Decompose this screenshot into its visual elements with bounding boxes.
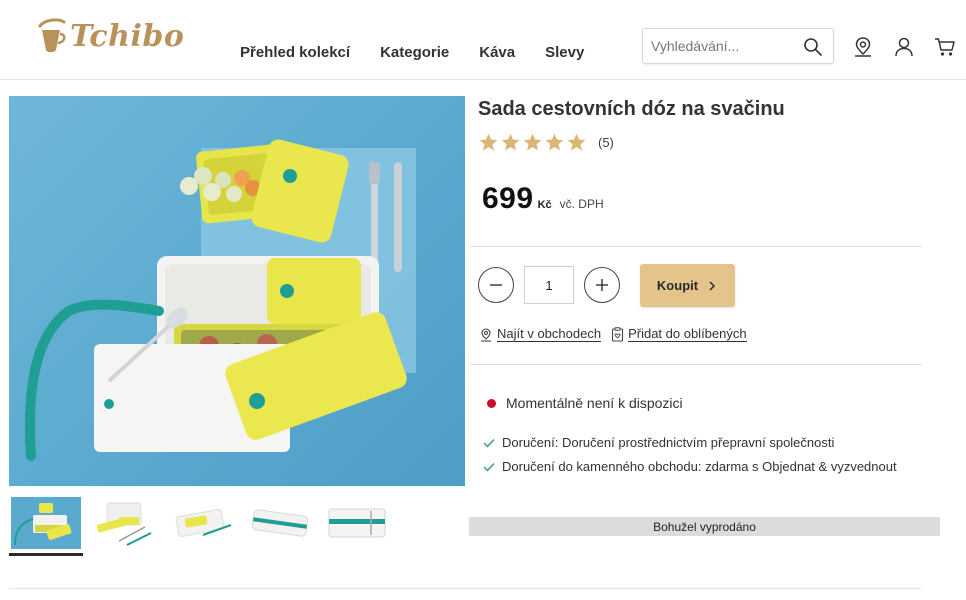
main-nav: Přehled kolekcí Kategorie Káva Slevy <box>240 44 614 61</box>
search-box <box>642 28 834 64</box>
product-photo-illustration <box>24 139 416 461</box>
delivery-text: Doručení do kamenného obchodu: zdarma s … <box>502 459 897 474</box>
thumbnail-2[interactable] <box>87 492 161 556</box>
availability-status: Momentálně není k dispozici <box>487 395 683 411</box>
nav-item-sales[interactable]: Slevy <box>545 44 584 61</box>
price-vat-note: vč. DPH <box>559 197 604 211</box>
rating-count: (5) <box>598 135 614 150</box>
divider <box>9 588 921 589</box>
store-locator-icon <box>481 327 491 342</box>
site-header: Tchibo Přehled kolekcí Kategorie Káva Sl… <box>0 0 966 80</box>
buy-button-label: Koupit <box>656 278 699 293</box>
divider <box>470 246 922 247</box>
star-icon <box>501 133 520 151</box>
store-locator-icon[interactable] <box>852 36 874 58</box>
sold-out-banner: Bohužel vyprodáno <box>469 517 940 536</box>
product-main-image[interactable] <box>9 96 465 486</box>
nav-item-collections[interactable]: Přehled kolekcí <box>240 44 350 61</box>
cart-icon[interactable] <box>934 36 956 58</box>
thumbnail-5[interactable] <box>321 492 395 556</box>
chevron-right-icon <box>709 280 716 291</box>
delivery-option-shipping: Doručení: Doručení prostřednictvím přepr… <box>483 435 834 450</box>
divider <box>470 364 922 365</box>
availability-text: Momentálně není k dispozici <box>506 395 683 411</box>
search-icon[interactable] <box>803 37 823 57</box>
search-input[interactable] <box>651 38 791 54</box>
minus-icon <box>490 284 502 286</box>
thumbnail-3[interactable] <box>165 492 239 556</box>
product-title: Sada cestovních dóz na svačinu <box>478 98 785 120</box>
product-links: Najít v obchodech Přidat do oblíbených <box>479 327 757 342</box>
product-price: 699 Kč vč. DPH <box>482 182 604 216</box>
logo-wordmark: Tchibo <box>70 18 185 54</box>
delivery-text: Doručení: Doručení prostřednictvím přepr… <box>502 435 835 450</box>
quantity-increase-button[interactable] <box>584 267 620 303</box>
thumbnail-image <box>323 496 393 549</box>
tchibo-logo[interactable]: Tchibo <box>34 12 184 60</box>
checkmark-icon <box>483 462 495 472</box>
add-to-favorites-link[interactable]: Přidat do oblíbených <box>611 327 747 342</box>
star-icon <box>567 133 586 151</box>
nav-item-categories[interactable]: Kategorie <box>380 44 449 61</box>
thumbnail-4[interactable] <box>243 492 317 556</box>
product-rating[interactable]: (5) <box>478 132 614 153</box>
status-dot-icon <box>487 398 496 408</box>
thumbnail-image <box>11 496 81 549</box>
checkmark-icon <box>483 438 495 448</box>
quantity-input[interactable] <box>524 266 574 304</box>
find-in-store-link[interactable]: Najít v obchodech <box>479 327 602 342</box>
thumbnail-image <box>89 496 159 549</box>
delivery-option-store: Doručení do kamenného obchodu: zdarma s … <box>483 459 897 474</box>
account-icon[interactable] <box>893 36 915 58</box>
star-icon <box>523 133 542 151</box>
thumbnail-gallery <box>9 492 399 556</box>
thumbnail-1[interactable] <box>9 492 83 556</box>
price-currency: Kč <box>537 199 552 211</box>
nav-item-coffee[interactable]: Káva <box>479 44 515 61</box>
clipboard-heart-icon <box>612 327 624 342</box>
logo-cup-icon <box>38 18 66 53</box>
thumbnail-image <box>167 496 237 549</box>
plus-icon <box>596 279 608 291</box>
quantity-decrease-button[interactable] <box>478 267 514 303</box>
star-icon <box>479 133 498 151</box>
thumbnail-image <box>245 496 315 549</box>
buy-button[interactable]: Koupit <box>640 264 735 307</box>
price-value: 699 <box>482 182 534 215</box>
star-icon <box>545 133 564 151</box>
